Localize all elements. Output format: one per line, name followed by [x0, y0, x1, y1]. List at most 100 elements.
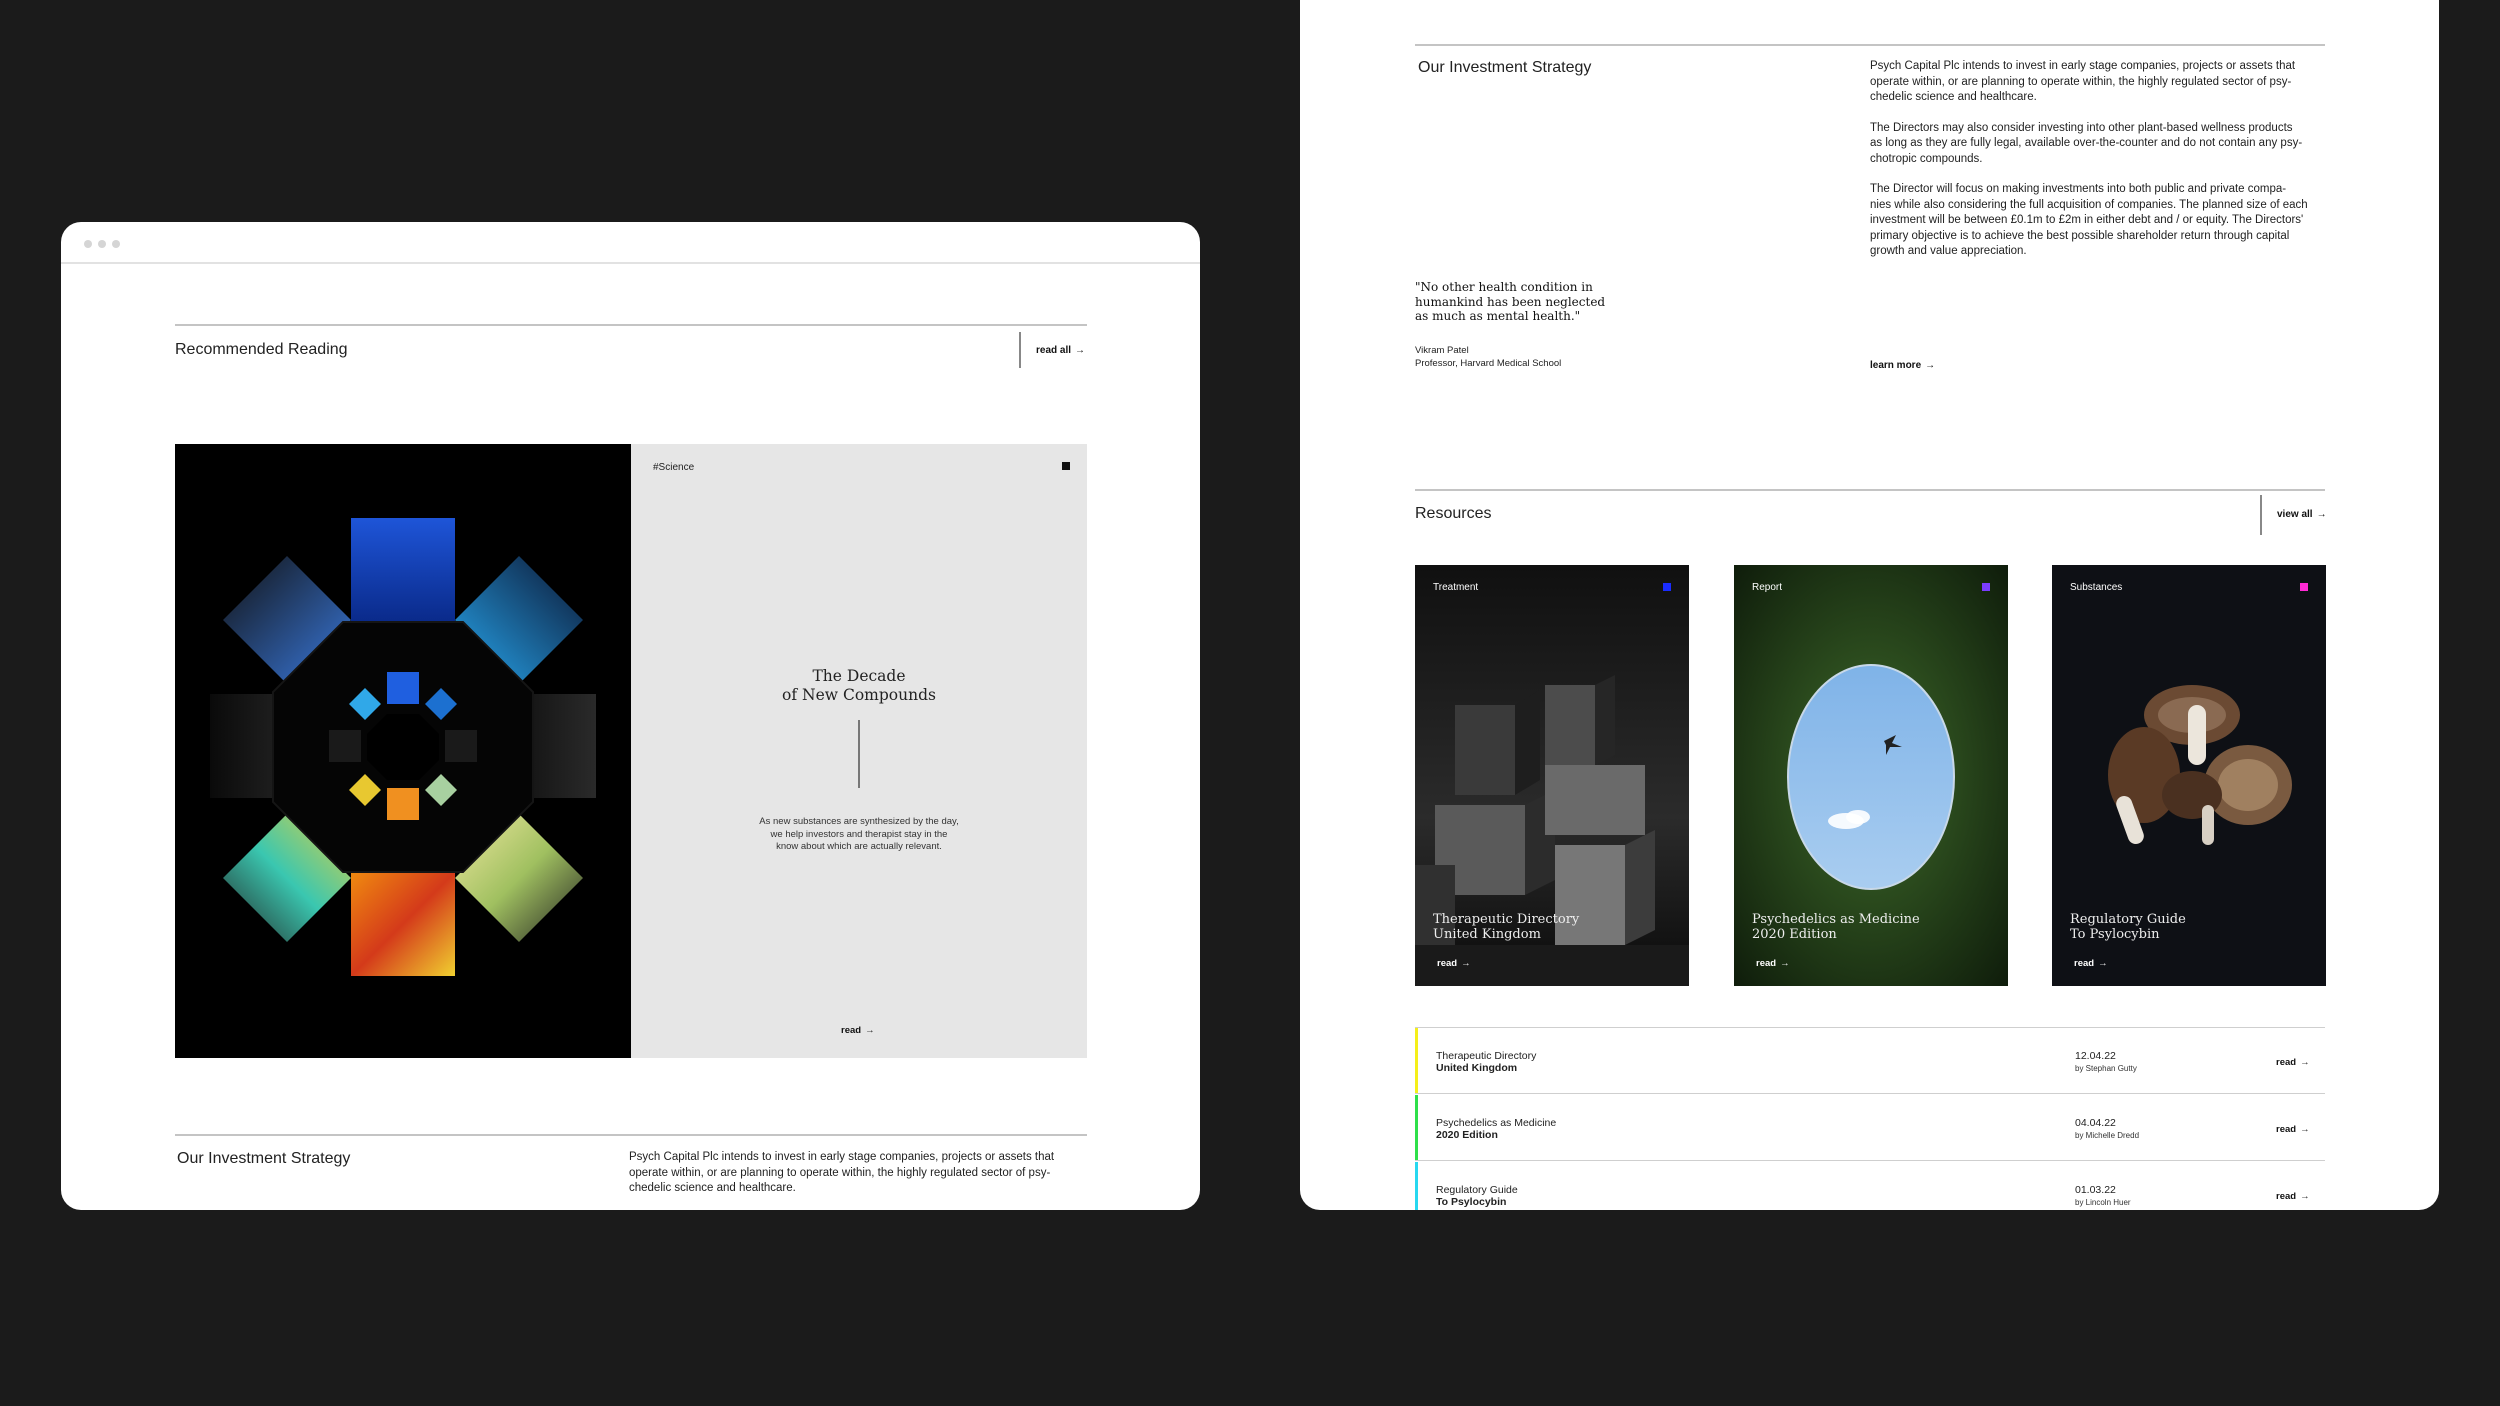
section-divider [175, 324, 1087, 326]
arrow-right-icon: → [2300, 1124, 2310, 1135]
feature-title-line: of New Compounds [782, 686, 936, 704]
text-line: investment will be between £0.1m to £2m … [1870, 214, 2304, 226]
row-author: by Lincoln Huer [2075, 1198, 2131, 1207]
resource-card-treatment[interactable]: Treatment Therapeutic Directory United K… [1415, 565, 1689, 986]
investment-strategy-title: Our Investment Strategy [177, 1150, 351, 1167]
feature-vertical-line [858, 720, 860, 788]
row-author: by Stephan Gutty [2075, 1064, 2137, 1073]
investment-strategy-text: Psych Capital Plc intends to invest in e… [1870, 59, 2330, 260]
text-line: Psych Capital Plc intends to invest in e… [1870, 60, 2296, 72]
read-label: read [2276, 1124, 2297, 1135]
arrow-right-icon: → [1461, 958, 1471, 969]
arrow-right-icon: → [1780, 958, 1790, 969]
card-tag: Treatment [1433, 582, 1479, 593]
feature-title: The Decade of New Compounds [631, 667, 1087, 705]
vertical-divider [2260, 495, 2262, 535]
resource-card-substances[interactable]: Substances Regulatory Guide To Psylocybi… [2052, 565, 2326, 986]
kaleidoscope-graphic [175, 444, 631, 1058]
text-line: nies while also considering the full acq… [1870, 198, 2308, 211]
row-read-link[interactable]: read → [2276, 1057, 2310, 1068]
row-read-link[interactable]: read → [2276, 1191, 2310, 1202]
feature-title-line: The Decade [812, 667, 906, 685]
browser-window-right: Our Investment Strategy Psych Capital Pl… [1300, 0, 2439, 1210]
feature-tag: #Science [653, 462, 695, 473]
window-control-dot[interactable] [98, 240, 106, 248]
row-date: 01.03.22 [2075, 1184, 2116, 1196]
resource-list-row[interactable]: Therapeutic Directory United Kingdom 12.… [1415, 1028, 2325, 1094]
arrow-right-icon: → [1925, 360, 1936, 371]
text-line: The Director will focus on making invest… [1870, 183, 2287, 195]
feature-description-line: we help investors and therapist stay in … [770, 828, 948, 840]
text-line: Psych Capital Plc intends to invest in e… [629, 1151, 1055, 1163]
feature-description-line: As new substances are synthesized by the… [759, 816, 959, 827]
learn-more-label: learn more [1870, 360, 1922, 371]
resource-card-report[interactable]: Report Psychedelics as Medicine 2020 Edi… [1734, 565, 2008, 986]
feature-description: As new substances are synthesized by the… [631, 816, 1087, 854]
row-title-line: To Psylocybin [1436, 1196, 1507, 1208]
card-title-line: United Kingdom [1433, 927, 1541, 942]
row-divider [1415, 1093, 2325, 1094]
feature-read-link[interactable]: read → [841, 1025, 875, 1036]
read-label: read [2074, 958, 2095, 969]
read-label: read [1756, 958, 1777, 969]
card-title: Therapeutic Directory United Kingdom [1433, 912, 1579, 942]
card-title-line: Therapeutic Directory [1433, 912, 1580, 927]
feature-description-line: know about which are actually relevant. [776, 841, 942, 852]
card-title: Regulatory Guide To Psylocybin [2070, 912, 2186, 942]
read-all-link[interactable]: read all → [1036, 345, 1085, 356]
square-icon [1982, 583, 1990, 591]
text-line: operate within, or are planning to opera… [629, 1166, 1051, 1179]
section-divider [1415, 489, 2325, 491]
quote-attribution: Vikram Patel Professor, Harvard Medical … [1415, 344, 1561, 370]
square-icon [2300, 583, 2308, 591]
row-date: 04.04.22 [2075, 1117, 2116, 1129]
read-label: read [1437, 958, 1458, 969]
row-date: 12.04.22 [2075, 1050, 2116, 1062]
card-read-link[interactable]: read → [1756, 958, 1790, 969]
arrow-right-icon: → [865, 1025, 875, 1036]
text-line: primary objective is to achieve the best… [1870, 229, 2290, 242]
quote-author-role: Professor, Harvard Medical School [1415, 358, 1562, 369]
square-icon [1663, 583, 1671, 591]
window-control-dot[interactable] [112, 240, 120, 248]
card-tag: Substances [2070, 582, 2123, 593]
row-read-link[interactable]: read → [2276, 1124, 2310, 1135]
resources-title: Resources [1415, 505, 1492, 522]
row-color-bar [1415, 1028, 1418, 1094]
square-icon [1062, 462, 1070, 470]
text-line: operate within, or are planning to opera… [1870, 75, 2292, 88]
arrow-right-icon: → [2316, 509, 2327, 520]
card-read-link[interactable]: read → [2074, 958, 2108, 969]
read-label: read [2276, 1191, 2297, 1202]
view-all-label: view all [2277, 509, 2313, 520]
row-divider [1415, 1160, 2325, 1161]
section-divider [1415, 44, 2325, 46]
card-title-line: 2020 Edition [1752, 927, 1837, 942]
resource-list-row[interactable]: Psychedelics as Medicine 2020 Edition 04… [1415, 1095, 2325, 1161]
feature-card-panel: #Science The Decade of New Compounds As … [631, 444, 1087, 1058]
card-title-line: Regulatory Guide [2070, 912, 2186, 927]
row-title-line: Regulatory Guide [1436, 1184, 1518, 1196]
card-title-line: To Psylocybin [2070, 927, 2160, 942]
text-line: The Directors may also consider investin… [1870, 121, 2293, 134]
read-label: read [841, 1025, 862, 1036]
arrow-right-icon: → [2098, 958, 2108, 969]
view-all-link[interactable]: view all → [2277, 509, 2327, 520]
text-line: chedelic science and healthcare. [1870, 91, 2037, 103]
card-read-link[interactable]: read → [1437, 958, 1471, 969]
recommended-reading-title: Recommended Reading [175, 341, 348, 358]
resource-list-row[interactable]: Regulatory Guide To Psylocybin 01.03.22 … [1415, 1162, 2325, 1210]
feature-artwork-image[interactable] [175, 444, 631, 1058]
row-color-bar [1415, 1095, 1418, 1161]
quote-line: humankind has been neglected [1415, 294, 1606, 309]
window-control-dot[interactable] [84, 240, 92, 248]
quote-author: Vikram Patel [1415, 345, 1469, 356]
row-author: by Michelle Dredd [2075, 1131, 2140, 1140]
read-all-label: read all [1036, 345, 1072, 356]
row-color-bar [1415, 1162, 1418, 1210]
learn-more-link[interactable]: learn more → [1870, 360, 1935, 371]
read-label: read [2276, 1057, 2297, 1068]
quote-line: "No other health condition in [1415, 280, 1593, 294]
quote-text: "No other health condition in humankind … [1415, 280, 1605, 324]
